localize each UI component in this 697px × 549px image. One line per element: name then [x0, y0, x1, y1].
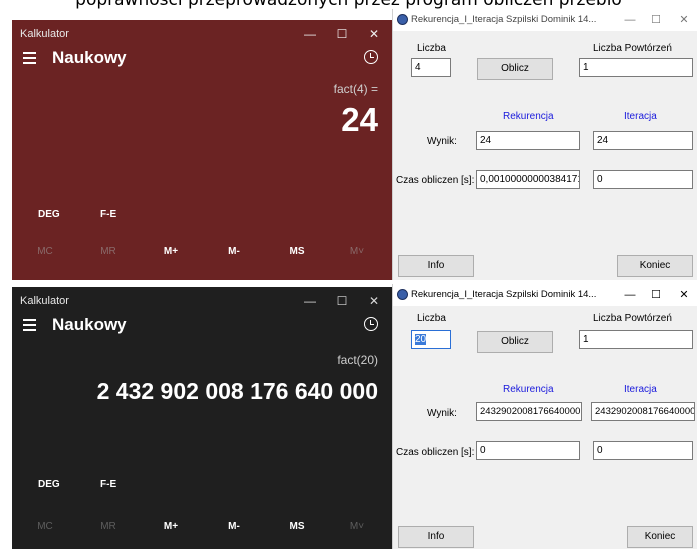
liczba-powtorzen-input[interactable]: 1 [579, 330, 693, 349]
recursion-dialog-top: Rekurencja_I_Iteracja Szpilski Dominik 1… [392, 9, 697, 280]
minimize-button[interactable]: — [298, 287, 322, 315]
wynik-label: Wynik: [427, 136, 457, 147]
czas-rekurencja-field[interactable]: 0,00100000000384171 [476, 170, 580, 189]
dialog-titlebar[interactable]: Rekurencja_I_Iteracja Szpilski Dominik 1… [393, 284, 697, 306]
calculator-result: 24 [341, 101, 378, 138]
koniec-button[interactable]: Koniec [627, 526, 693, 548]
liczba-powtorzen-label: Liczba Powtórzeń [593, 313, 672, 324]
close-button[interactable]: ✕ [362, 20, 386, 48]
calculator-mode-title: Naukowy [52, 48, 127, 67]
close-button[interactable]: ✕ [362, 287, 386, 315]
minimize-button[interactable]: — [619, 284, 641, 306]
info-button[interactable]: Info [398, 255, 474, 277]
dialog-title: Rekurencja_I_Iteracja Szpilski Dominik 1… [411, 289, 597, 300]
wynik-iteracja-field[interactable]: 24 [593, 131, 693, 150]
history-icon[interactable] [364, 317, 378, 331]
iteracja-label: Iteracja [624, 384, 657, 395]
czas-obliczen-label: Czas obliczen [s]: [396, 447, 475, 458]
caption-text: poprawności przeprowadzonych przez progr… [75, 0, 622, 10]
calculator-expression: fact(20) [337, 353, 378, 367]
memory-list-button[interactable]: M˅ [337, 246, 377, 257]
oblicz-button[interactable]: Oblicz [477, 58, 553, 80]
memory-recall-button[interactable]: MR [88, 246, 128, 257]
rekurencja-label: Rekurencja [503, 111, 554, 122]
maximize-button[interactable]: ☐ [330, 287, 354, 315]
koniec-button[interactable]: Koniec [617, 255, 693, 277]
dialog-title: Rekurencja_I_Iteracja Szpilski Dominik 1… [411, 14, 597, 25]
calculator-titlebar[interactable]: Kalkulator — ☐ ✕ [12, 287, 392, 315]
hamburger-menu-icon[interactable] [20, 48, 40, 68]
liczba-input[interactable]: 4 [411, 58, 451, 77]
maximize-button[interactable]: ☐ [330, 20, 354, 48]
liczba-powtorzen-input[interactable]: 1 [579, 58, 693, 77]
memory-store-button[interactable]: MS [277, 521, 317, 532]
minimize-button[interactable]: — [619, 9, 641, 31]
calculator-result: 2 432 902 008 176 640 000 [96, 378, 378, 404]
memory-recall-button[interactable]: MR [88, 521, 128, 532]
czas-rekurencja-field[interactable]: 0 [476, 441, 580, 460]
info-button[interactable]: Info [398, 526, 474, 548]
memory-clear-button[interactable]: MC [25, 246, 65, 257]
memory-store-button[interactable]: MS [277, 246, 317, 257]
liczba-label: Liczba [417, 43, 446, 54]
close-button[interactable]: ✕ [673, 9, 695, 31]
calculator-window-bottom: Kalkulator — ☐ ✕ Naukowy fact(20) 2 432 … [12, 287, 392, 549]
memory-add-button[interactable]: M+ [151, 521, 191, 532]
minimize-button[interactable]: — [298, 20, 322, 48]
wynik-rekurencja-field[interactable]: 2432902008176640000 [476, 402, 582, 421]
app-icon [397, 289, 408, 300]
maximize-button[interactable]: ☐ [645, 9, 667, 31]
fe-button[interactable]: F-E [100, 209, 116, 220]
oblicz-button[interactable]: Oblicz [477, 331, 553, 353]
memory-clear-button[interactable]: MC [25, 521, 65, 532]
liczba-input[interactable]: 20 [411, 330, 451, 349]
memory-subtract-button[interactable]: M- [214, 521, 254, 532]
close-button[interactable]: ✕ [673, 284, 695, 306]
maximize-button[interactable]: ☐ [645, 284, 667, 306]
deg-button[interactable]: DEG [38, 209, 60, 220]
calculator-window-top: Kalkulator — ☐ ✕ Naukowy fact(4) = 24 DE… [12, 20, 392, 280]
calculator-app-name: Kalkulator [20, 295, 69, 307]
recursion-dialog-bottom: Rekurencja_I_Iteracja Szpilski Dominik 1… [392, 284, 697, 549]
calculator-titlebar[interactable]: Kalkulator — ☐ ✕ [12, 20, 392, 48]
czas-iteracja-field[interactable]: 0 [593, 170, 693, 189]
czas-iteracja-field[interactable]: 0 [593, 441, 693, 460]
calculator-app-name: Kalkulator [20, 28, 69, 40]
czas-obliczen-label: Czas obliczen [s]: [396, 175, 475, 186]
memory-subtract-button[interactable]: M- [214, 246, 254, 257]
hamburger-menu-icon[interactable] [20, 315, 40, 335]
liczba-selected-value: 20 [415, 334, 427, 345]
deg-button[interactable]: DEG [38, 479, 60, 490]
dialog-titlebar[interactable]: Rekurencja_I_Iteracja Szpilski Dominik 1… [393, 9, 697, 31]
liczba-label: Liczba [417, 313, 446, 324]
history-icon[interactable] [364, 50, 378, 64]
wynik-rekurencja-field[interactable]: 24 [476, 131, 580, 150]
memory-list-button[interactable]: M˅ [337, 521, 377, 532]
rekurencja-label: Rekurencja [503, 384, 554, 395]
memory-add-button[interactable]: M+ [151, 246, 191, 257]
calculator-expression: fact(4) = [333, 82, 378, 96]
iteracja-label: Iteracja [624, 111, 657, 122]
liczba-powtorzen-label: Liczba Powtórzeń [593, 43, 672, 54]
wynik-iteracja-field[interactable]: 2432902008176640000 [591, 402, 695, 421]
app-icon [397, 14, 408, 25]
wynik-label: Wynik: [427, 408, 457, 419]
fe-button[interactable]: F-E [100, 479, 116, 490]
calculator-mode-title: Naukowy [52, 315, 127, 334]
